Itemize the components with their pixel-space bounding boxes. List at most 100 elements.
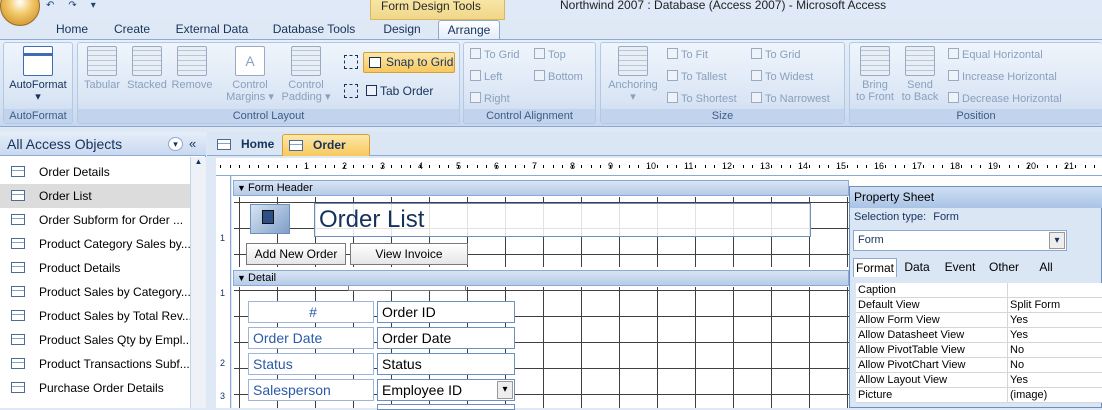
nav-item[interactable]: Product Sales by Category...	[0, 280, 190, 304]
property-row[interactable]: Allow Form View Yes	[856, 313, 1102, 328]
snap-to-grid-button[interactable]: Snap to Grid	[363, 52, 455, 73]
size-to-tallest-button[interactable]: To Tallest	[667, 70, 727, 84]
employee-id-combobox[interactable]: Employee ID ▾	[377, 379, 515, 401]
property-row[interactable]: Allow Datasheet View Yes	[856, 328, 1102, 343]
object-selector-dropdown[interactable]: Form ▾	[853, 230, 1067, 251]
scroll-up-icon[interactable]: ▲	[191, 157, 206, 166]
anchoring-button[interactable]: Anchoring ▾	[603, 46, 663, 103]
property-value[interactable]: Yes	[1010, 373, 1028, 388]
detail-section-bar[interactable]: ▼ Detail	[233, 270, 849, 286]
nav-item[interactable]: Product Details	[0, 256, 190, 280]
property-sheet-title[interactable]: Property Sheet	[850, 187, 1102, 208]
view-invoice-button[interactable]: View Invoice	[350, 243, 468, 265]
order-date-textbox[interactable]: Order Date	[377, 327, 515, 349]
doc-tab-home[interactable]: Home	[211, 134, 279, 156]
nav-scrollbar[interactable]: ▲	[190, 157, 206, 408]
nav-item-label: Order List	[39, 189, 92, 203]
nav-item[interactable]: Product Sales by Total Rev...	[0, 304, 190, 328]
nav-item[interactable]: Order List	[0, 184, 190, 208]
quick-access-toolbar[interactable]: ↶ ↷ ▾	[46, 0, 186, 12]
send-to-back-button[interactable]: Send to Back	[898, 46, 942, 103]
property-value[interactable]: No	[1010, 358, 1024, 373]
ps-tab-format[interactable]: Format	[853, 258, 897, 277]
ps-tab-all[interactable]: All	[1027, 258, 1065, 277]
nav-item[interactable]: Product Transactions Subf...	[0, 352, 190, 376]
hash-label[interactable]: #	[248, 301, 374, 323]
property-row[interactable]: Allow Layout View Yes	[856, 373, 1102, 388]
property-row[interactable]: Caption	[856, 283, 1102, 298]
size-to-fit-button[interactable]: To Fit	[667, 48, 708, 62]
align-left-button[interactable]: Left	[470, 70, 502, 84]
decrease-horizontal-button[interactable]: Decrease Horizontal	[948, 92, 1062, 106]
property-value[interactable]: (image)	[1010, 388, 1047, 403]
detail-stub-control[interactable]	[348, 286, 466, 291]
ps-tab-event[interactable]: Event	[938, 258, 982, 277]
nav-item[interactable]: Order Details	[0, 160, 190, 184]
chevron-down-icon[interactable]: ▾	[1049, 232, 1065, 249]
order-id-textbox[interactable]: Order ID	[377, 301, 515, 323]
property-value[interactable]: Split Form	[1010, 298, 1060, 313]
control-padding-button[interactable]: Control Padding ▾	[278, 46, 334, 103]
size-to-grid-button[interactable]: To Grid	[751, 48, 800, 62]
tab-external-data[interactable]: External Data	[168, 20, 256, 39]
tab-design[interactable]: Design	[372, 20, 432, 39]
tab-database-tools[interactable]: Database Tools	[266, 20, 362, 39]
tabular-button[interactable]: Tabular	[80, 46, 124, 91]
stacked-icon	[132, 46, 162, 76]
form-title-label[interactable]: Order List	[314, 203, 811, 237]
nav-pane-title[interactable]: All Access Objects	[7, 136, 122, 152]
next-textbox[interactable]	[377, 404, 515, 410]
remove-button[interactable]: Remove	[170, 46, 214, 91]
redo-icon[interactable]: ↷	[68, 0, 76, 11]
horizontal-ruler[interactable]: 12345678910111213141516171819202122	[216, 158, 1102, 176]
property-row[interactable]: Allow PivotTable View No	[856, 343, 1102, 358]
tab-home[interactable]: Home	[48, 20, 96, 39]
ps-tab-data[interactable]: Data	[898, 258, 936, 277]
ps-tab-other[interactable]: Other	[983, 258, 1025, 277]
tab-order-button[interactable]: Tab Order	[366, 84, 433, 98]
nav-item[interactable]: Product Sales Qty by Empl...	[0, 328, 190, 352]
ruler-tick	[752, 165, 753, 168]
tab-create[interactable]: Create	[106, 20, 158, 39]
add-new-order-button[interactable]: Add New Order	[246, 243, 346, 265]
chevron-down-icon[interactable]: ▾	[168, 137, 183, 151]
property-value[interactable]: Yes	[1010, 328, 1028, 343]
property-value[interactable]: Yes	[1010, 313, 1028, 328]
form-header-section-bar[interactable]: ▼ Form Header	[233, 180, 849, 196]
tab-arrange[interactable]: Arrange	[438, 20, 500, 39]
customize-qat-icon[interactable]: ▾	[91, 0, 96, 11]
ruler-number: 7	[532, 161, 538, 171]
align-top-button[interactable]: Top	[534, 48, 566, 62]
size-to-shortest-button[interactable]: To Shortest	[667, 92, 737, 106]
order-date-label[interactable]: Order Date	[248, 327, 374, 349]
send-label: Send	[907, 79, 933, 91]
vertical-ruler[interactable]: 1 1 2 3	[216, 176, 231, 408]
property-row[interactable]: Allow PivotChart View No	[856, 358, 1102, 373]
ruler-tick	[885, 165, 886, 168]
size-to-narrowest-button[interactable]: To Narrowest	[751, 92, 830, 106]
undo-icon[interactable]: ↶	[46, 0, 54, 11]
status-label[interactable]: Status	[248, 353, 374, 375]
property-row[interactable]: Default View Split Form	[856, 298, 1102, 313]
stacked-button[interactable]: Stacked	[124, 46, 170, 91]
autoformat-button[interactable]: AutoFormat ▾	[6, 46, 70, 103]
equal-horizontal-button[interactable]: Equal Horizontal	[948, 48, 1043, 62]
salesperson-label[interactable]: Salesperson	[248, 379, 374, 401]
doc-tab-order-list[interactable]: Order List	[282, 134, 370, 172]
nav-item[interactable]: Order Subform for Order ...	[0, 208, 190, 232]
align-right-button[interactable]: Right	[470, 92, 510, 106]
nav-item[interactable]: Purchase Order Details	[0, 376, 190, 400]
bring-to-front-button[interactable]: Bring to Front	[852, 46, 898, 103]
office-button[interactable]	[0, 0, 40, 26]
collapse-pane-icon[interactable]: «	[189, 136, 196, 151]
nav-item[interactable]: Product Category Sales by...	[0, 232, 190, 256]
chevron-down-icon[interactable]: ▾	[497, 381, 513, 399]
property-value[interactable]: No	[1010, 343, 1024, 358]
increase-horizontal-button[interactable]: Increase Horizontal	[948, 70, 1057, 84]
size-to-widest-button[interactable]: To Widest	[751, 70, 813, 84]
status-textbox[interactable]: Status	[377, 353, 515, 375]
control-margins-button[interactable]: A Control Margins ▾	[222, 46, 278, 103]
align-to-grid-button[interactable]: To Grid	[470, 48, 519, 62]
property-row[interactable]: Picture (image)	[856, 388, 1102, 403]
align-bottom-button[interactable]: Bottom	[534, 70, 583, 84]
